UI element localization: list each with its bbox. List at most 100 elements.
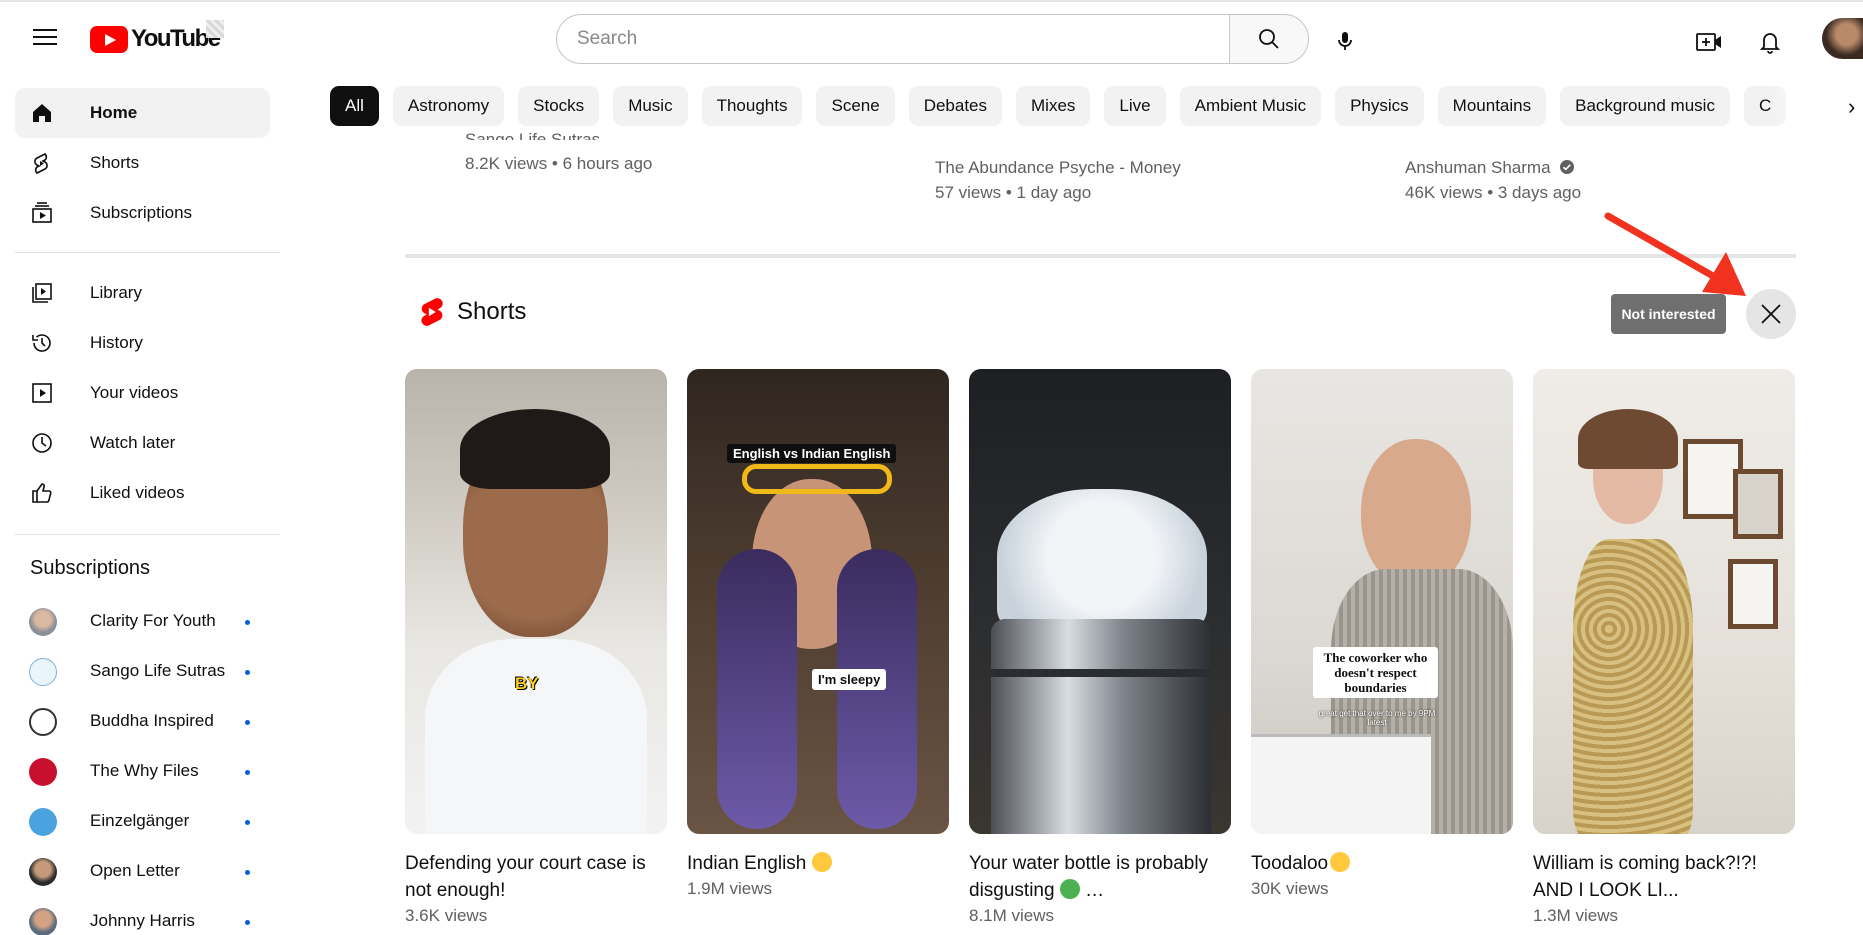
bottle-shape <box>991 619 1211 834</box>
account-avatar[interactable] <box>1822 18 1863 59</box>
short-card[interactable]: The coworker who doesn't respect boundar… <box>1251 369 1513 899</box>
chip[interactable]: Debates <box>908 86 1003 126</box>
short-thumbnail[interactable]: The coworker who doesn't respect boundar… <box>1251 369 1513 834</box>
menu-line <box>33 29 57 31</box>
sidebar-item-label: History <box>90 333 143 352</box>
dress-shape <box>1573 539 1693 834</box>
thumbnail-caption: English vs Indian English <box>727 444 897 463</box>
short-card[interactable]: BY Defending your court case is not enou… <box>405 369 667 926</box>
new-content-dot <box>245 820 250 825</box>
subscriptions-icon <box>32 202 52 223</box>
search-button[interactable] <box>1229 14 1309 64</box>
dismiss-shelf-button[interactable] <box>1746 289 1796 339</box>
sidebar-item-label: Home <box>90 103 138 122</box>
short-title[interactable]: Toodaloo <box>1251 850 1513 877</box>
subscription-item[interactable]: Clarity For Youth <box>15 597 270 647</box>
sidebar-item-liked-videos[interactable]: Liked videos <box>15 468 270 518</box>
sidebar-item-your-videos[interactable]: Your videos <box>15 368 270 418</box>
search-icon <box>1259 29 1279 49</box>
short-thumbnail[interactable]: English vs Indian English I'm sleepy <box>687 369 949 834</box>
subscription-item[interactable]: Open Letter <box>15 847 270 897</box>
short-views: 1.3M views <box>1533 906 1619 925</box>
chip[interactable]: Mixes <box>1016 86 1091 126</box>
close-icon <box>1761 304 1781 324</box>
chip[interactable]: Ambient Music <box>1179 86 1322 126</box>
sidebar-item-subscriptions[interactable]: Subscriptions <box>15 188 270 238</box>
video-channel[interactable]: Sango Life Sutras <box>465 130 600 140</box>
frame-shape <box>1728 559 1778 629</box>
hamburger-menu-button[interactable] <box>27 24 63 54</box>
voice-search-button[interactable] <box>1325 21 1365 61</box>
channel-avatar <box>29 858 57 886</box>
chip[interactable]: Live <box>1104 86 1166 126</box>
bottle-ring <box>991 669 1211 677</box>
sidebar-item-label: Shorts <box>90 153 140 172</box>
chip[interactable]: Physics <box>1335 86 1424 126</box>
short-card[interactable]: Your water bottle is probably disgusting… <box>969 369 1231 926</box>
sidebar-item-home[interactable]: Home <box>15 88 270 138</box>
subscription-item[interactable]: Einzelgänger <box>15 797 270 847</box>
subscription-item[interactable]: Sango Life Sutras <box>15 647 270 697</box>
chip[interactable]: Thoughts <box>701 86 803 126</box>
short-card[interactable]: William is coming back?!?! AND I LOOK LI… <box>1533 369 1795 926</box>
subscription-name: Open Letter <box>90 861 180 880</box>
shelf-title: Shorts <box>457 298 527 325</box>
video-channel-row[interactable]: Anshuman Sharma <box>1405 155 1575 180</box>
create-video-button[interactable] <box>1689 22 1729 62</box>
new-content-dot <box>245 870 250 875</box>
home-icon <box>33 104 51 122</box>
library-icon <box>32 283 52 303</box>
youtube-logo[interactable]: YouTube <box>90 24 221 54</box>
caption-line: boundaries <box>1344 680 1407 695</box>
short-title-text: Your water bottle is probably disgusting <box>969 853 1209 901</box>
subscription-name: Johnny Harris <box>90 911 195 930</box>
country-badge-icon <box>206 20 224 38</box>
short-title[interactable]: Your water bottle is probably disgusting… <box>969 850 1231 904</box>
short-card[interactable]: English vs Indian English I'm sleepy Ind… <box>687 369 949 899</box>
search-input[interactable] <box>556 14 1229 64</box>
sidebar-item-history[interactable]: History <box>15 318 270 368</box>
subscription-item[interactable]: The Why Files <box>15 747 270 797</box>
short-title[interactable]: Defending your court case is not enough! <box>405 850 667 904</box>
short-thumbnail[interactable] <box>1533 369 1795 834</box>
nauseated-emoji-icon <box>1059 879 1080 899</box>
microphone-icon <box>1338 32 1352 50</box>
short-thumbnail[interactable]: BY <box>405 369 667 834</box>
chip[interactable]: Music <box>613 86 688 126</box>
chip-all[interactable]: All <box>330 86 379 126</box>
new-content-dot <box>245 620 250 625</box>
chips-next-chevron-icon[interactable]: › <box>1848 94 1855 120</box>
subscription-item[interactable]: Buddha Inspired <box>15 697 270 747</box>
history-icon <box>32 334 51 352</box>
filter-chips-bar: All Astronomy Stocks Music Thoughts Scene Deba… <box>330 86 1863 128</box>
chip[interactable]: Scene <box>816 86 895 126</box>
subscription-item[interactable]: Johnny Harris <box>15 897 270 935</box>
hair-shape <box>460 409 610 489</box>
sidebar-item-library[interactable]: Library <box>15 268 270 318</box>
not-interested-tooltip: Not interested <box>1611 294 1726 334</box>
menu-line <box>33 36 57 38</box>
shirt-shape <box>425 639 647 834</box>
create-video-icon <box>1696 33 1721 51</box>
sidebar-item-shorts[interactable]: Shorts <box>15 138 270 188</box>
search-bar <box>556 14 1309 64</box>
sidebar-item-label: Your videos <box>90 383 179 402</box>
chip[interactable]: Background music <box>1560 86 1730 126</box>
chip[interactable]: Stocks <box>518 86 600 126</box>
channel-avatar <box>29 708 57 736</box>
short-title[interactable]: Indian English <box>687 850 949 877</box>
thumbnail-caption: The coworker who doesn't respect boundar… <box>1313 647 1438 698</box>
video-channel: Anshuman Sharma <box>1405 158 1551 177</box>
video-meta: 57 views • 1 day ago <box>935 183 1092 202</box>
new-content-dot <box>245 770 250 775</box>
short-thumbnail[interactable] <box>969 369 1231 834</box>
notifications-button[interactable] <box>1750 22 1790 62</box>
short-title-text: Toodaloo <box>1251 853 1329 874</box>
sidebar-item-watch-later[interactable]: Watch later <box>15 418 270 468</box>
face-shape <box>1361 439 1471 589</box>
video-channel[interactable]: The Abundance Psyche - Money <box>935 155 1181 180</box>
subscription-name: Sango Life Sutras <box>90 661 226 680</box>
short-title[interactable]: William is coming back?!?! AND I LOOK LI… <box>1533 850 1795 904</box>
chip[interactable]: Mountains <box>1437 86 1547 126</box>
chip[interactable]: Astronomy <box>392 86 505 126</box>
